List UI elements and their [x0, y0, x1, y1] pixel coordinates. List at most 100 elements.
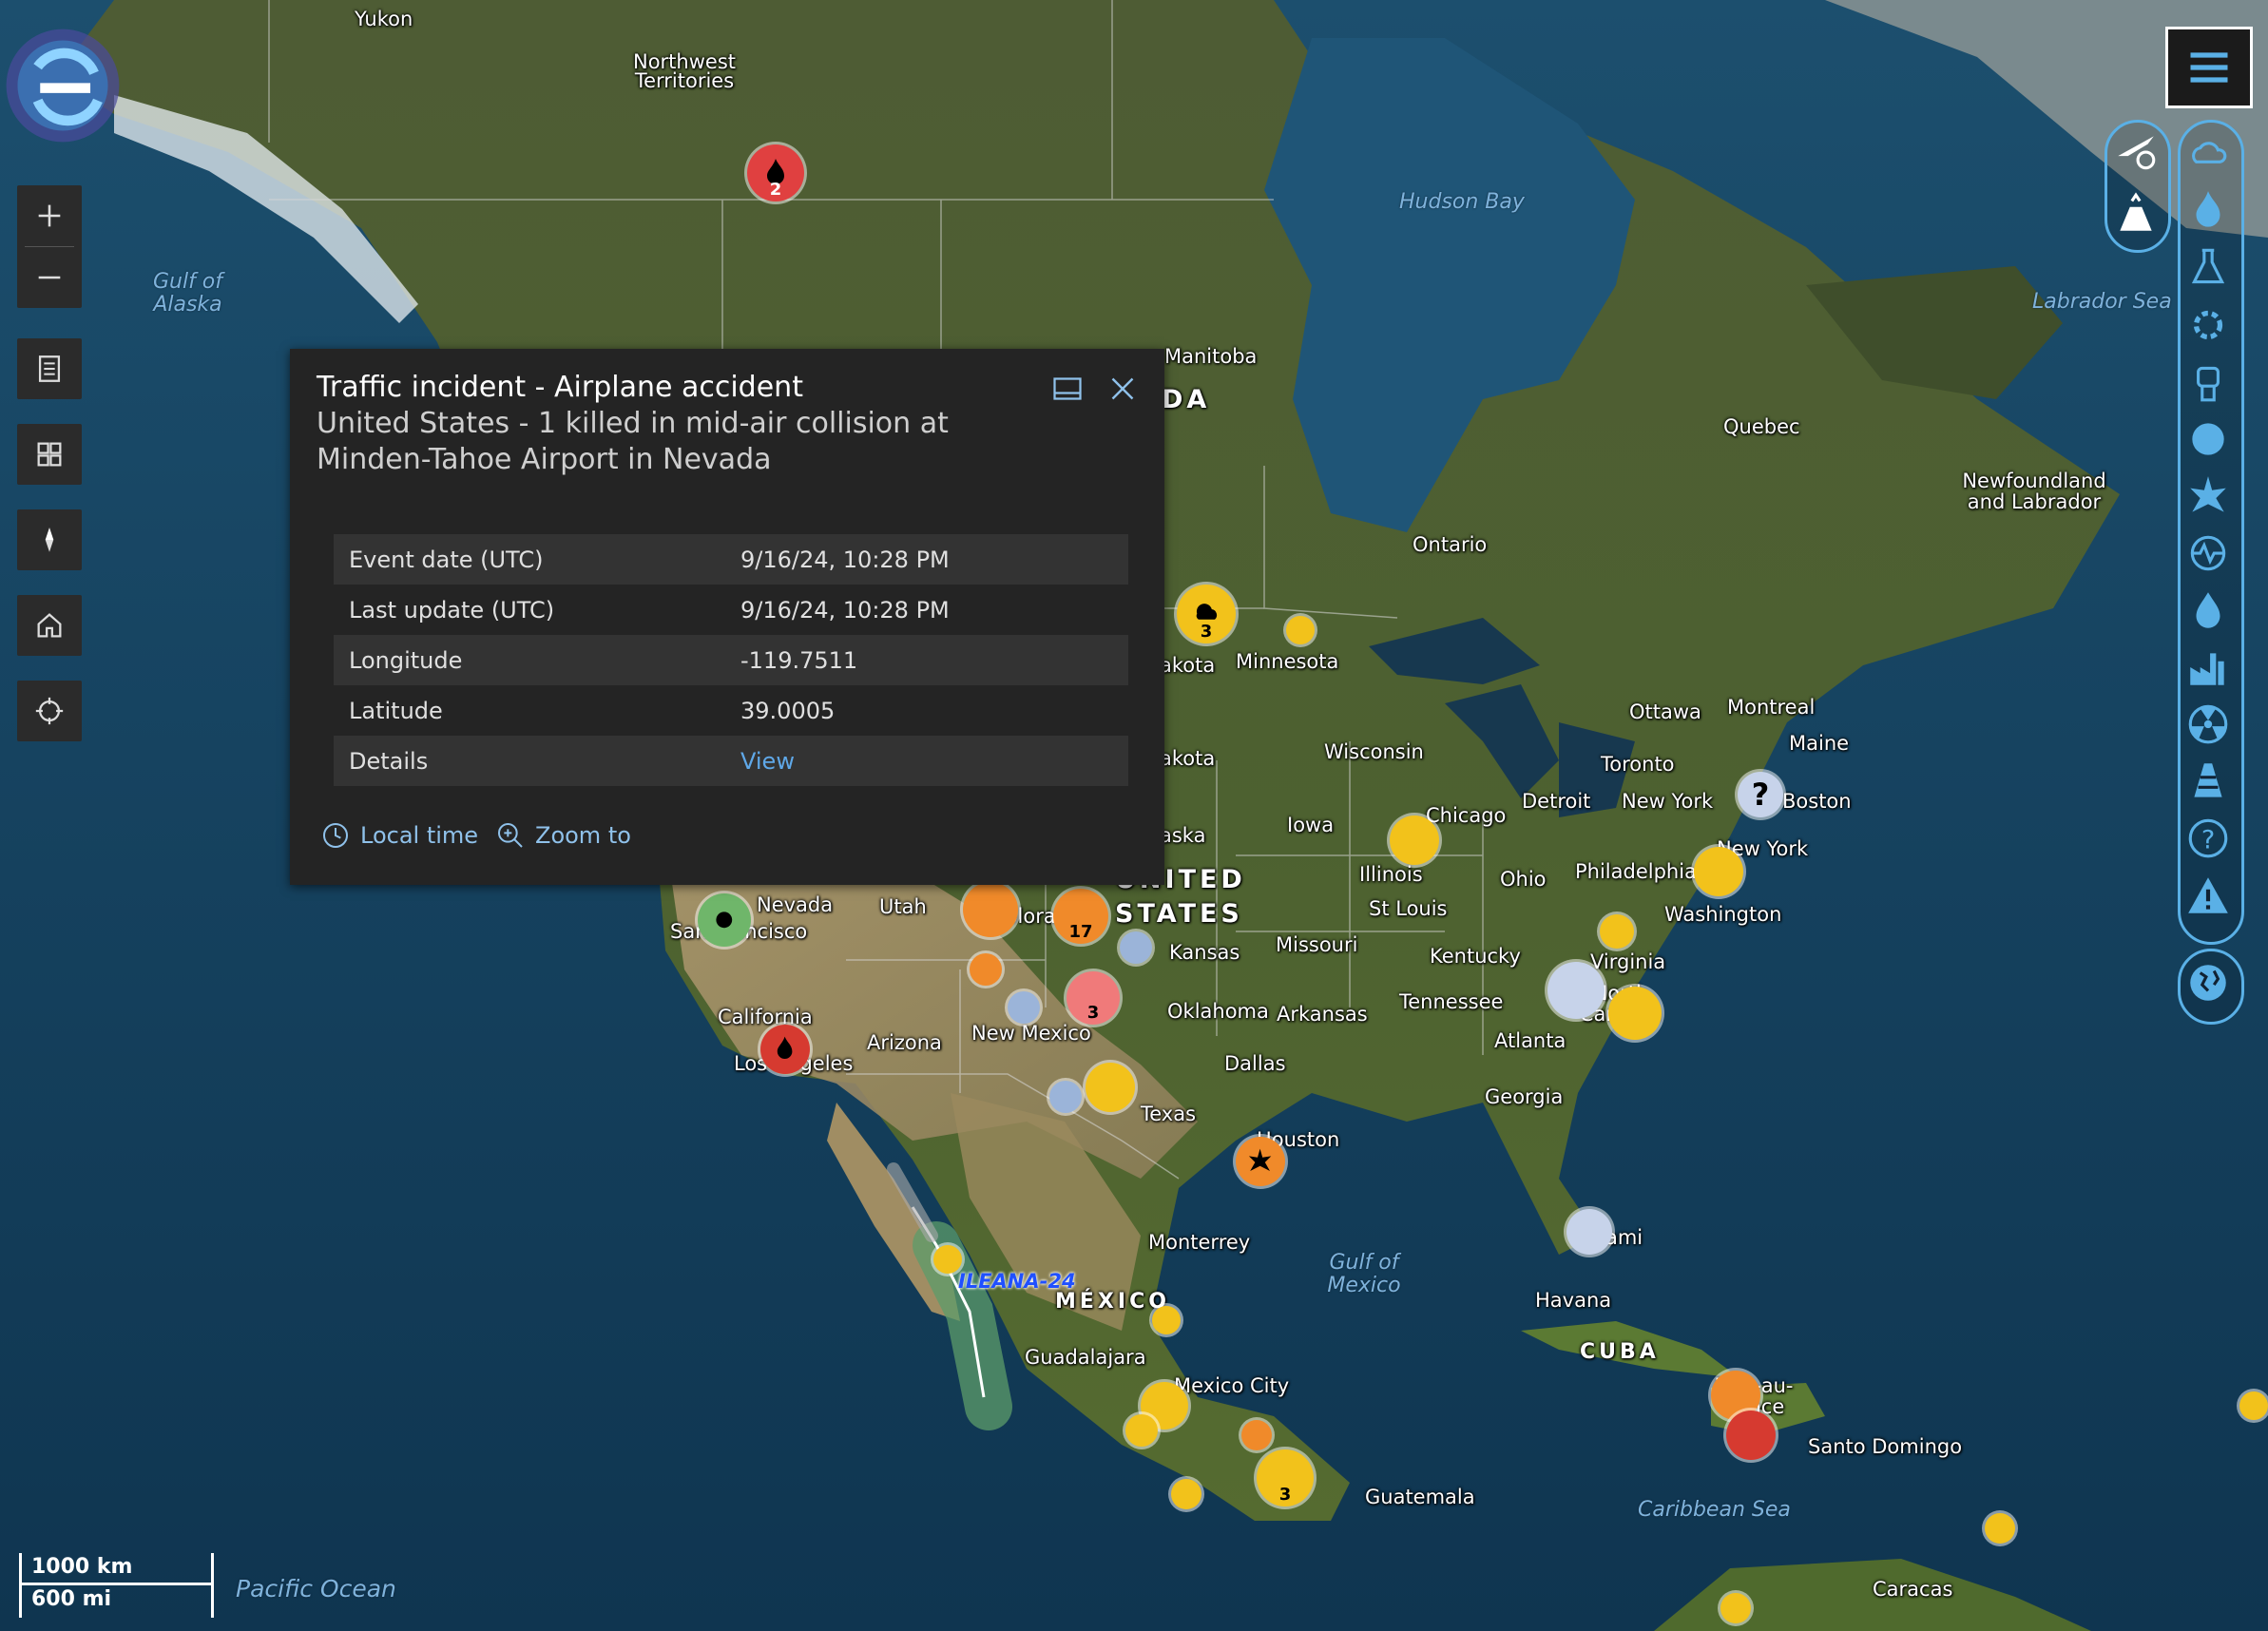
label-northwest-territories: Northwest Territories [632, 50, 736, 92]
label-caribbean-sea: Caribbean Sea [1638, 1498, 1791, 1522]
view-details-link[interactable]: View [740, 748, 795, 775]
compass-button[interactable] [17, 509, 82, 570]
earthquake-marker[interactable] [1125, 1414, 1158, 1447]
filter-weather[interactable] [2182, 127, 2235, 181]
filter-industrial[interactable] [2182, 298, 2235, 352]
label-new-york-city: New York [1622, 790, 1714, 813]
unknown-marker[interactable]: ? [1738, 772, 1783, 817]
protest-marker[interactable] [1390, 816, 1439, 865]
label-cuba: CUBA [1580, 1340, 1660, 1364]
filter-epidemic[interactable] [2182, 413, 2235, 466]
dock-popup-button[interactable] [1050, 372, 1085, 406]
locate-button-wrap [17, 681, 82, 741]
label-utah: Utah [879, 895, 927, 918]
storm-marker[interactable] [1286, 616, 1315, 644]
filter-warning[interactable] [2182, 869, 2235, 922]
table-row: Last update (UTC) 9/16/24, 10:28 PM [334, 585, 1128, 635]
security-marker[interactable] [1694, 847, 1743, 896]
storm-marker[interactable] [1600, 914, 1634, 949]
fire-marker[interactable] [1726, 1410, 1776, 1460]
label-texas: Texas [1141, 1103, 1197, 1125]
label-california: California [718, 1006, 813, 1028]
filter-explosion[interactable] [2182, 470, 2235, 523]
label-virginia: Virginia [1590, 950, 1666, 973]
locate-button[interactable] [17, 681, 82, 741]
label-philadelphia: Philadelphia [1575, 860, 1697, 883]
epidemic-marker[interactable] [698, 893, 751, 947]
table-row: Details View [334, 736, 1128, 786]
new-mexico-cluster-marker[interactable]: 3 [1067, 971, 1120, 1025]
storm-marker[interactable] [1985, 1513, 2015, 1544]
dock-icon [1053, 377, 1082, 400]
zoom-in-icon [498, 823, 523, 848]
filter-volcano[interactable] [2109, 186, 2162, 240]
grid-icon [37, 442, 62, 467]
weather-marker[interactable] [1049, 1081, 1082, 1113]
home-button[interactable] [17, 595, 82, 656]
storm-marker[interactable] [1241, 1420, 1272, 1450]
zoom-to-button[interactable]: Zoom to [495, 820, 631, 851]
hurricane-marker[interactable] [2239, 1391, 2268, 1420]
filter-chemical[interactable] [2182, 241, 2235, 295]
filter-flood[interactable] [2182, 584, 2235, 637]
label-labrador-sea: Labrador Sea [2032, 290, 2172, 314]
zoom-in-button[interactable] [17, 185, 82, 246]
zoom-out-button[interactable] [17, 247, 82, 308]
storm-marker[interactable] [1720, 1593, 1751, 1623]
weather-marker[interactable] [1008, 991, 1040, 1024]
industrial-marker[interactable] [963, 882, 1018, 937]
central-america-cluster-marker[interactable]: 3 [1257, 1449, 1314, 1506]
label-oklahoma: Oklahoma [1167, 1000, 1269, 1023]
filter-nuclear[interactable] [2182, 698, 2235, 751]
label-caracas: Caracas [1873, 1578, 1953, 1601]
label-kentucky: Kentucky [1430, 945, 1521, 968]
crosshair-icon [35, 697, 64, 725]
explosion-marker[interactable] [1236, 1137, 1285, 1186]
attr-key: Longitude [334, 635, 725, 685]
security-marker[interactable] [1566, 1209, 1612, 1255]
filter-globe[interactable] [2182, 956, 2235, 1009]
traffic-cone-icon [2194, 763, 2222, 797]
fire-cluster-marker[interactable]: 2 [747, 144, 804, 201]
filter-earthquake[interactable] [2182, 527, 2235, 580]
earthquake-marker[interactable] [1171, 1479, 1201, 1509]
water-drop-icon [2196, 592, 2220, 628]
basemap-gallery-button[interactable] [17, 424, 82, 485]
label-mexico-city: Mexico City [1174, 1374, 1290, 1397]
colorado-cluster-marker[interactable]: 17 [1053, 889, 1108, 944]
fire-marker[interactable] [1608, 987, 1662, 1040]
local-time-button[interactable]: Local time [320, 820, 478, 851]
filter-unknown[interactable]: ? [2182, 812, 2235, 865]
filter-factory[interactable] [2182, 641, 2235, 694]
event-attributes-table: Event date (UTC) 9/16/24, 10:28 PM Last u… [334, 534, 1128, 786]
close-popup-button[interactable] [1105, 372, 1140, 406]
filter-fire[interactable] [2182, 184, 2235, 238]
filter-airplane-info[interactable] [2109, 125, 2162, 179]
storm-cluster-marker[interactable]: 3 [1177, 585, 1236, 643]
earthquake-marker[interactable] [1152, 1306, 1181, 1334]
legend-button[interactable] [17, 338, 82, 399]
filter-protest[interactable] [2182, 355, 2235, 409]
weather-marker[interactable] [970, 953, 1002, 986]
hurricane-marker[interactable] [933, 1245, 962, 1274]
local-time-label: Local time [360, 822, 479, 849]
scale-mi: 600 mi [19, 1585, 214, 1618]
hamburger-menu-button[interactable] [2165, 27, 2253, 108]
app-logo[interactable] [0, 23, 125, 148]
weather-marker[interactable] [1120, 931, 1152, 964]
minus-icon [38, 276, 61, 279]
event-popup: Traffic incident - Airplane accident Uni… [290, 349, 1164, 885]
airplane-info-icon [2118, 136, 2156, 170]
weather-marker[interactable] [1547, 962, 1605, 1019]
fire-marker[interactable] [760, 1025, 810, 1074]
label-boston: Boston [1782, 790, 1852, 813]
zoom-to-label: Zoom to [535, 822, 631, 849]
globe-logo-icon [6, 29, 120, 143]
volcano-icon [2120, 192, 2152, 231]
filter-traffic[interactable] [2182, 755, 2235, 808]
label-toronto: Toronto [1601, 753, 1675, 776]
earthquake-marker[interactable] [1086, 1063, 1135, 1112]
label-guadalajara: Guadalajara [1025, 1346, 1146, 1369]
label-havana: Havana [1535, 1289, 1612, 1312]
label-kansas: Kansas [1169, 941, 1240, 964]
